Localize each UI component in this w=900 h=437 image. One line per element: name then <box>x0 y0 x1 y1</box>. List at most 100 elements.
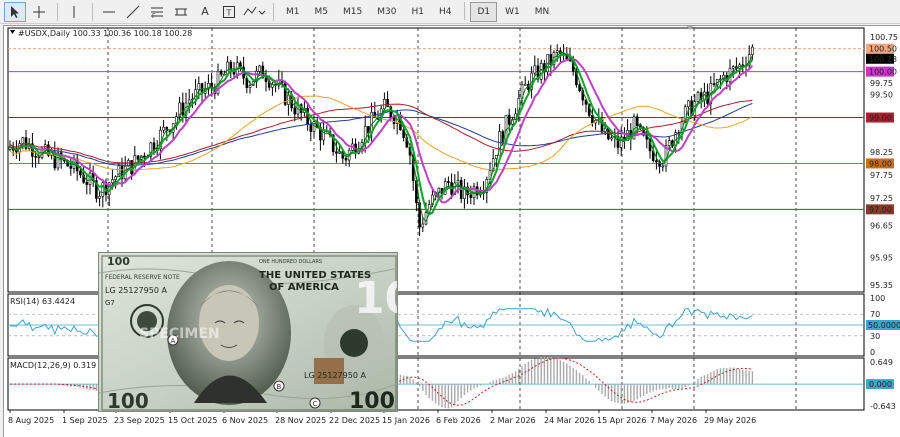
candle-body <box>539 63 543 80</box>
channel-icon[interactable] <box>170 2 192 22</box>
candle-body <box>309 123 313 132</box>
rsi-axis-label: 0 <box>870 348 875 357</box>
trendline-icon[interactable] <box>122 2 144 22</box>
candle-body <box>635 116 639 127</box>
text-tool-label: A <box>201 5 209 18</box>
crosshair-icon[interactable] <box>28 2 50 22</box>
text-icon[interactable]: A <box>194 2 216 22</box>
chart-symbol-header: #USDX,Daily 100.33 100.36 100.18 100.28 <box>18 29 192 38</box>
horizontal-line-icon[interactable] <box>98 2 120 22</box>
timeframe-d1[interactable]: D1 <box>470 1 498 22</box>
banknote-serial: LG 25127950 A <box>105 286 167 295</box>
candle-body <box>162 126 165 131</box>
candle-body <box>101 182 105 197</box>
banknote-top-text: FEDERAL RESERVE NOTE <box>105 274 180 281</box>
price-axis-label: 98.25 <box>870 148 893 157</box>
date-axis-label: 28 Nov 2025 <box>275 416 326 425</box>
rsi-current-badge-text: 50.0000 <box>868 321 900 330</box>
banknote-plate: G7 <box>105 299 115 307</box>
vertical-line-icon[interactable] <box>63 2 85 22</box>
svg-text:C: C <box>313 400 318 408</box>
candle-body <box>79 170 82 176</box>
candle-body <box>696 92 700 102</box>
banknote-serial-right: LG 25127950 A <box>304 371 366 380</box>
candle-body <box>136 155 140 160</box>
chart-menu-triangle-icon[interactable] <box>10 30 15 34</box>
current-price-badge-text: 100.28 <box>869 55 897 64</box>
candle-body <box>69 165 73 169</box>
rsi-axis-label: 100 <box>870 294 885 303</box>
candle-body <box>21 137 25 144</box>
banknote-denomination-br: 100 <box>349 389 395 412</box>
rsi-header: RSI(14) 63.4424 <box>10 297 75 306</box>
price-level-badge-text: 100.00 <box>869 68 897 77</box>
candle-body <box>98 196 101 199</box>
rsi-axis-label: 70 <box>870 310 880 319</box>
date-axis-label: 23 Sep 2025 <box>114 416 165 425</box>
macd-axis-label: -0.643 <box>870 402 896 411</box>
price-axis-label: 95.95 <box>870 254 893 263</box>
candle-body <box>181 102 185 116</box>
price-level-badge-text: 100.50 <box>869 45 897 54</box>
date-axis-label: 15 Apr 2026 <box>597 416 646 425</box>
candle-body <box>187 99 191 104</box>
candle-body <box>655 160 658 163</box>
candle-body <box>264 77 268 82</box>
candle-body <box>523 84 527 86</box>
date-axis-label: 24 Mar 2026 <box>544 416 595 425</box>
candle-body <box>533 65 537 74</box>
svg-text:B: B <box>277 383 282 391</box>
candle-body <box>258 65 261 72</box>
candle-body <box>447 181 450 183</box>
timeframe-m5[interactable]: M5 <box>308 2 336 22</box>
timeframe-h4[interactable]: H4 <box>432 2 459 22</box>
price-axis-label: 95.35 <box>870 281 893 290</box>
candle-body <box>219 70 223 75</box>
timeframe-mn[interactable]: MN <box>528 2 557 22</box>
date-axis-label: 2 Mar 2026 <box>490 416 536 425</box>
date-axis-label: 7 May 2026 <box>650 416 697 425</box>
candle-body <box>555 50 559 53</box>
svg-text:T: T <box>226 8 232 17</box>
date-axis-label: 29 May 2026 <box>704 416 756 425</box>
price-axis-label: 96.65 <box>870 221 893 230</box>
candle-body <box>111 179 114 184</box>
candle-body <box>34 155 37 158</box>
candle-body <box>344 157 348 161</box>
date-axis-label: 1 Sep 2025 <box>62 416 108 425</box>
timeframe-m30[interactable]: M30 <box>370 2 403 22</box>
price-axis-label: 97.25 <box>870 194 893 203</box>
price-axis-label: 99.75 <box>870 79 893 88</box>
candle-body <box>687 100 690 108</box>
fibonacci-icon[interactable]: F <box>146 2 168 22</box>
banknote-denomination-tl: 100 <box>107 255 130 268</box>
candle-body <box>731 66 735 69</box>
candle-body <box>712 83 716 86</box>
date-axis-label: 15 Oct 2025 <box>168 416 217 425</box>
cursor-icon[interactable] <box>4 1 26 22</box>
price-level-badge-text: 97.00 <box>869 205 892 214</box>
timeframe-w1[interactable]: W1 <box>498 2 527 22</box>
banknote-denomination-words: ONE HUNDRED DOLLARS <box>259 259 322 265</box>
date-axis-label: 6 Feb 2026 <box>436 416 481 425</box>
macd-axis-label: 0.649 <box>870 358 893 367</box>
chart-window[interactable]: #USDX,Daily 100.33 100.36 100.18 100.28 1… <box>3 25 900 437</box>
price-level-badge-text: 98.00 <box>869 159 892 168</box>
shapes-icon[interactable] <box>242 2 266 22</box>
banknote-title-line2: OF AMERICA <box>269 282 339 293</box>
rsi-axis-label: 30 <box>870 332 880 341</box>
ma-line-green-thin <box>9 51 753 223</box>
timeframe-h1[interactable]: H1 <box>404 2 431 22</box>
timeframe-m1[interactable]: M1 <box>279 2 307 22</box>
banknote-image: A B C 100 FEDERAL RESERVE NOTE ONE HUNDR… <box>98 252 398 412</box>
text-label-icon[interactable]: T <box>218 2 240 22</box>
candle-body <box>667 140 671 146</box>
timeframe-m15[interactable]: M15 <box>336 2 369 22</box>
toolbar-separator <box>92 2 93 21</box>
candle-body <box>88 172 92 185</box>
price-axis-label: 99.50 <box>870 91 893 100</box>
candle-body <box>751 46 754 55</box>
toolbar-separator <box>464 1 466 20</box>
timeframe-bar: M1 M5 M15 M30 H1 H4 D1 W1 MN <box>279 1 557 22</box>
date-axis-label: 15 Jan 2026 <box>382 416 430 425</box>
